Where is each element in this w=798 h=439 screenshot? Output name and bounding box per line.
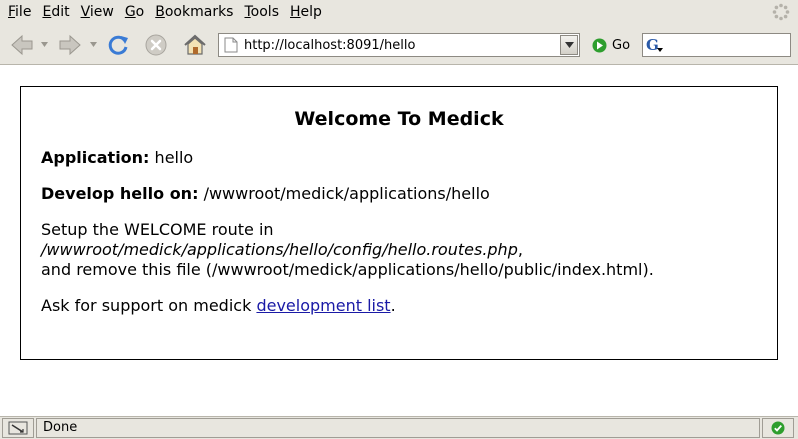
menu-edit[interactable]: Edit bbox=[38, 0, 74, 24]
home-button[interactable] bbox=[180, 32, 210, 58]
connection-icon bbox=[8, 421, 28, 435]
url-text[interactable]: http://localhost:8091/hello bbox=[244, 38, 560, 53]
go-label: Go bbox=[612, 37, 631, 53]
menu-bookmarks[interactable]: Bookmarks bbox=[151, 0, 238, 24]
develop-value: /wwwroot/medick/applications/hello bbox=[203, 184, 490, 203]
page-content: Welcome To Medick Application: hello Dev… bbox=[0, 66, 798, 416]
develop-label: Develop hello on: bbox=[41, 184, 199, 203]
menu-go[interactable]: Go bbox=[121, 0, 149, 24]
menu-tools[interactable]: Tools bbox=[240, 0, 284, 24]
page-icon bbox=[224, 37, 238, 53]
back-button[interactable] bbox=[8, 32, 36, 58]
support-line: Ask for support on medick development li… bbox=[41, 296, 396, 315]
status-text: Done bbox=[36, 418, 760, 438]
routes-path: /wwwroot/medick/applications/hello/confi… bbox=[41, 240, 518, 259]
forward-history-dropdown[interactable] bbox=[90, 42, 97, 48]
stop-button[interactable] bbox=[142, 32, 170, 58]
setup-line3: and remove this file (/wwwroot/medick/ap… bbox=[41, 260, 654, 279]
menu-view[interactable]: View bbox=[77, 0, 119, 24]
menu-bar: File Edit View Go Bookmarks Tools Help bbox=[0, 0, 798, 24]
status-bar: Done bbox=[0, 416, 798, 439]
page-title: Welcome To Medick bbox=[294, 108, 504, 130]
stop-icon bbox=[145, 34, 167, 56]
go-button[interactable]: Go bbox=[592, 36, 630, 54]
navigation-toolbar: http://localhost:8091/hello Go G bbox=[0, 24, 798, 65]
go-icon bbox=[592, 38, 607, 52]
development-list-link[interactable]: development list bbox=[256, 296, 390, 315]
menu-file[interactable]: File bbox=[4, 0, 36, 24]
menu-help[interactable]: Help bbox=[286, 0, 327, 24]
welcome-box: Welcome To Medick Application: hello Dev… bbox=[20, 86, 778, 360]
setup-line1: Setup the WELCOME route in bbox=[41, 220, 274, 239]
home-icon bbox=[184, 34, 206, 55]
application-value: hello bbox=[154, 148, 194, 167]
connection-indicator bbox=[2, 418, 34, 438]
reload-icon bbox=[108, 35, 128, 55]
throbber-icon bbox=[772, 3, 790, 21]
forward-icon bbox=[59, 34, 81, 56]
application-line: Application: hello bbox=[41, 148, 757, 168]
chevron-down-icon bbox=[564, 42, 574, 48]
url-bar[interactable]: http://localhost:8091/hello bbox=[218, 33, 580, 57]
develop-line: Develop hello on: /wwwroot/medick/applic… bbox=[41, 184, 757, 204]
search-engine-icon[interactable]: G bbox=[646, 36, 663, 54]
security-ok-icon bbox=[771, 421, 785, 435]
support-text: Ask for support on medick bbox=[41, 296, 252, 315]
search-input[interactable] bbox=[662, 35, 798, 55]
url-history-dropdown[interactable] bbox=[560, 35, 578, 55]
back-history-dropdown[interactable] bbox=[41, 42, 48, 48]
search-bar[interactable]: G bbox=[642, 33, 798, 57]
security-indicator[interactable] bbox=[762, 418, 794, 438]
reload-button[interactable] bbox=[104, 32, 132, 58]
setup-paragraph: Setup the WELCOME route in /wwwroot/medi… bbox=[41, 220, 654, 279]
search-engine-dropdown-icon bbox=[657, 48, 663, 52]
application-label: Application: bbox=[41, 148, 150, 167]
forward-button[interactable] bbox=[56, 32, 84, 58]
back-icon bbox=[11, 34, 33, 56]
